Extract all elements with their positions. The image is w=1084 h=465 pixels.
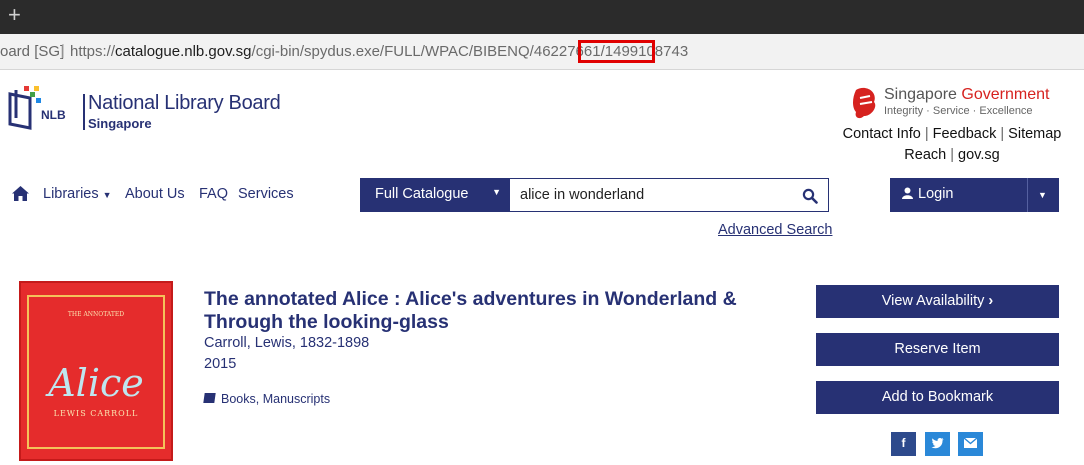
envelope-icon xyxy=(963,437,978,448)
url-prefix: https:// xyxy=(70,43,116,60)
logo-org-name: National Library Board xyxy=(88,92,281,114)
twitter-icon xyxy=(931,437,944,449)
reserve-item-button[interactable]: Reserve Item xyxy=(816,333,1059,366)
nlb-logo[interactable]: NLB National Library Board Singapore xyxy=(6,82,296,132)
link-sitemap[interactable]: Sitemap xyxy=(1008,126,1061,142)
login-button-group: Login ▼ xyxy=(890,178,1059,212)
logo-divider xyxy=(83,94,85,130)
browser-tab-bar: + xyxy=(0,0,1084,34)
user-icon xyxy=(902,187,913,199)
lion-head-icon xyxy=(853,87,876,119)
twitter-share-button[interactable] xyxy=(925,432,950,456)
add-to-bookmark-button[interactable]: Add to Bookmark xyxy=(816,381,1059,414)
book-icon xyxy=(203,393,216,403)
url-host: catalogue.nlb.gov.sg xyxy=(115,43,252,60)
caret-down-icon: ▼ xyxy=(492,187,501,197)
nav-services[interactable]: Services xyxy=(238,186,294,202)
sg-government-logo[interactable]: Singapore Government Integrity · Service… xyxy=(848,86,1058,126)
login-dropdown-toggle[interactable]: ▼ xyxy=(1038,190,1047,200)
email-share-button[interactable] xyxy=(958,432,983,456)
login-label: Login xyxy=(918,186,954,202)
search-icon[interactable] xyxy=(802,188,818,204)
home-icon[interactable] xyxy=(12,186,29,201)
nav-libraries[interactable]: Libraries ▼ xyxy=(43,186,112,202)
gov-government: Government xyxy=(961,86,1050,103)
link-feedback[interactable]: Feedback xyxy=(933,126,997,142)
view-availability-label: View Availability xyxy=(881,293,985,309)
record-author[interactable]: Carroll, Lewis, 1832-1898 xyxy=(204,335,369,351)
nav-faq[interactable]: FAQ xyxy=(199,186,228,202)
url-highlight-box xyxy=(578,40,655,63)
nav-libraries-label: Libraries xyxy=(43,186,99,202)
gov-title: Singapore Government xyxy=(884,86,1049,104)
add-to-bookmark-label: Add to Bookmark xyxy=(881,389,994,405)
new-tab-button[interactable]: + xyxy=(8,4,21,26)
search-scope-label: Full Catalogue xyxy=(375,186,469,202)
gov-tagline: Integrity · Service · Excellence xyxy=(884,105,1033,117)
gov-singapore: Singapore xyxy=(884,86,962,103)
address-bar[interactable]: oard [SG] | https://catalogue.nlb.gov.sg… xyxy=(0,34,1084,70)
view-availability-button[interactable]: View Availability › xyxy=(816,285,1059,318)
logo-org-sub: Singapore xyxy=(88,116,152,131)
search-input[interactable]: alice in wonderland xyxy=(509,178,829,212)
cover-author: LEWIS CARROLL xyxy=(53,409,139,418)
chevron-right-icon: › xyxy=(988,293,994,309)
format-manuscripts: Manuscripts xyxy=(262,392,331,406)
cover-top-text: THE ANNOTATED xyxy=(67,311,125,318)
header-links: Contact Info | Feedback | Sitemap Reach … xyxy=(840,124,1064,166)
record-title[interactable]: The annotated Alice : Alice's adventures… xyxy=(204,288,794,334)
facebook-icon: f xyxy=(901,436,906,450)
nav-about-us[interactable]: About Us xyxy=(125,186,185,202)
search-scope-select[interactable]: Full Catalogue ▼ xyxy=(360,178,509,212)
cover-title: Alice xyxy=(48,361,144,405)
format-books: Books xyxy=(221,392,256,406)
login-button[interactable]: Login xyxy=(902,186,953,202)
search-bar: Full Catalogue ▼ alice in wonderland xyxy=(360,178,829,212)
caret-down-icon: ▼ xyxy=(102,190,112,200)
link-contact-info[interactable]: Contact Info xyxy=(843,126,921,142)
link-divider: | xyxy=(924,126,929,142)
book-cover-image[interactable]: THE ANNOTATED Alice LEWIS CARROLL xyxy=(19,281,173,461)
format-separator: , xyxy=(255,392,263,406)
login-divider xyxy=(1027,178,1028,212)
search-query: alice in wonderland xyxy=(520,187,645,203)
reserve-item-label: Reserve Item xyxy=(894,341,981,357)
link-divider: | xyxy=(1000,126,1005,142)
logo-nlb-text: NLB xyxy=(41,108,66,122)
site-identity[interactable]: oard [SG] xyxy=(0,43,64,60)
facebook-share-button[interactable]: f xyxy=(891,432,916,456)
advanced-search-link[interactable]: Advanced Search xyxy=(718,222,832,238)
link-gov-sg[interactable]: gov.sg xyxy=(958,147,1000,163)
address-divider: | xyxy=(61,42,65,59)
link-reach[interactable]: Reach xyxy=(904,147,946,163)
nlb-logo-icon xyxy=(8,86,41,130)
record-year: 2015 xyxy=(204,356,237,372)
record-format: Books, Manuscripts xyxy=(203,392,331,406)
link-divider: | xyxy=(950,147,955,163)
